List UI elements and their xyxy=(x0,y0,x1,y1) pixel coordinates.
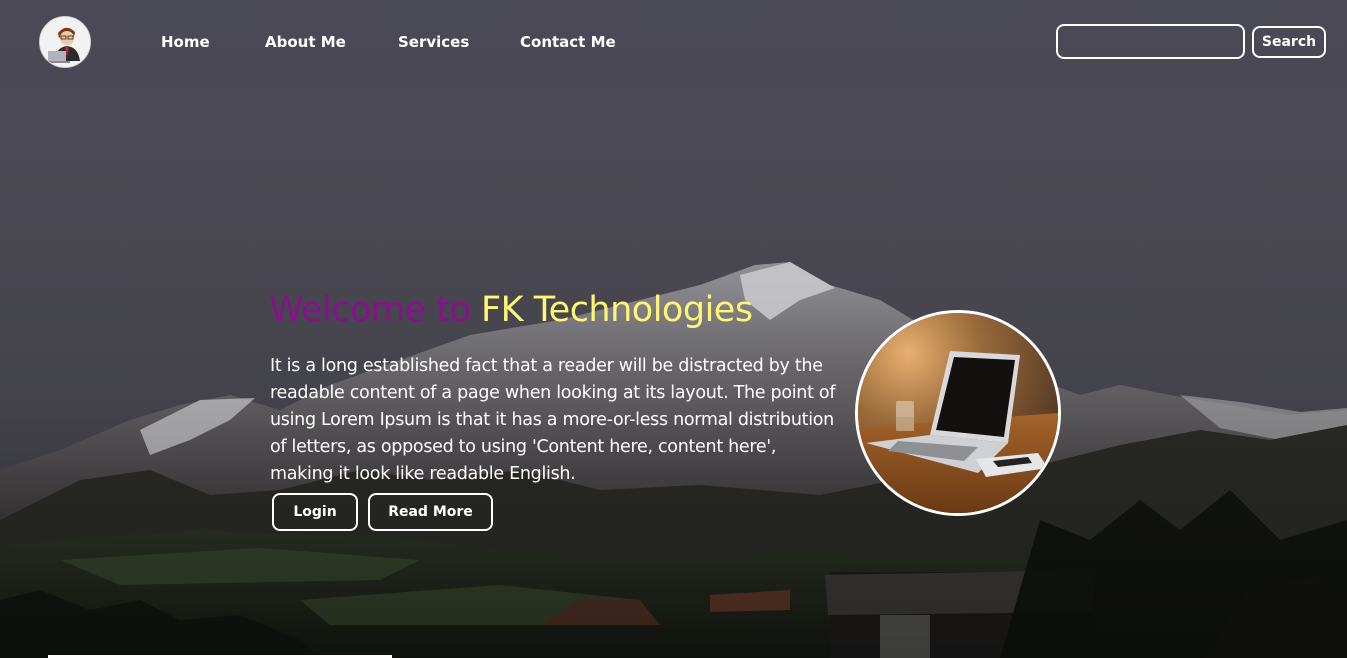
nav-link-home[interactable]: Home xyxy=(161,33,210,51)
laptop-photo xyxy=(855,310,1061,516)
laptop-icon xyxy=(858,313,1058,513)
nav-link-about-me[interactable]: About Me xyxy=(265,33,346,51)
hero-title: Welcome to FK Technologies xyxy=(269,290,753,330)
hero-paragraph: It is a long established fact that a rea… xyxy=(270,356,836,484)
avatar-logo[interactable] xyxy=(39,16,91,68)
read-more-button[interactable]: Read More xyxy=(368,493,493,531)
navbar: Home About Me Services Contact Me Search xyxy=(0,0,1347,86)
nav-link-services[interactable]: Services xyxy=(398,33,469,51)
search-input[interactable] xyxy=(1056,24,1245,59)
search-button[interactable]: Search xyxy=(1252,26,1326,58)
nav-link-contact-me[interactable]: Contact Me xyxy=(520,33,616,51)
hero-title-brand: FK Technologies xyxy=(481,290,753,330)
login-button[interactable]: Login xyxy=(272,493,358,531)
avatar-icon xyxy=(40,17,90,67)
hero-title-welcome: Welcome to xyxy=(269,290,471,330)
